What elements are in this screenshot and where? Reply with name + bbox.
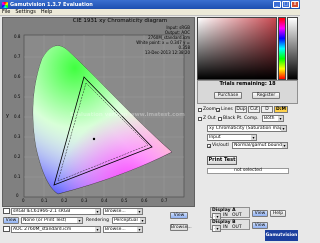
z-out-checkbox[interactable]: Z Out	[198, 116, 216, 121]
white-point-marker	[92, 137, 96, 141]
zoom-label: Zoom	[203, 107, 216, 112]
boundaries-select[interactable]: Normal/gamut boundaries	[232, 142, 288, 149]
input-color-chip	[3, 208, 10, 214]
xtick: 0.4	[101, 198, 108, 203]
chart-info: Input: sRGB Output: AOC 2760M_standard.i…	[132, 25, 190, 55]
xtick: 0	[22, 198, 25, 203]
minimize-button[interactable]: _	[273, 1, 281, 8]
register-button[interactable]: Register	[252, 92, 280, 99]
ytick: 0.7	[14, 54, 21, 59]
view-button-1[interactable]: View	[3, 217, 19, 224]
ytick: 0.4	[14, 114, 21, 119]
z-out-label: Z Out	[203, 116, 216, 121]
ytick: 0	[16, 193, 19, 198]
visgamut-label: Vis/outl	[212, 143, 229, 148]
xtick: 0.3	[81, 198, 88, 203]
display-b-number[interactable]: 1	[212, 225, 221, 232]
hue-slider[interactable]	[278, 17, 286, 80]
checkbox-box	[198, 116, 202, 121]
ytick: 0.8	[14, 34, 21, 39]
menu-settings[interactable]: Settings	[15, 9, 36, 15]
xtick: 0.6	[141, 198, 148, 203]
info-whitepoint: White point: x = 0.347 y = 0.358	[136, 40, 190, 50]
input-select[interactable]: Input	[207, 134, 257, 141]
evaluation-watermark: Evaluation version www.imatest.com	[70, 112, 185, 118]
dm-button[interactable]: D:M	[274, 106, 288, 113]
info-date: 13-Dec-2013 12:38:20	[144, 50, 190, 55]
visgamut-checkbox[interactable]: ✓ Vis/outl	[207, 143, 229, 148]
close-button[interactable]: x	[291, 1, 299, 8]
cut-button[interactable]: Cut	[248, 106, 260, 113]
gray-slider[interactable]	[287, 17, 298, 80]
menu-bar: File Settings Help	[0, 9, 300, 16]
window-title: Gamutvision 1.3.7 Evaluation	[10, 1, 93, 8]
output-color-chip	[3, 226, 10, 232]
black-point-label: Black Pt. Comp.	[223, 116, 259, 121]
display-type-select[interactable]: xy Chromaticity (Saturation map)	[207, 125, 287, 132]
print-test-button[interactable]: Print Test	[207, 156, 237, 165]
rendering-select[interactable]: Perceptual	[112, 217, 146, 224]
checkbox-box: ✓	[216, 107, 221, 113]
display-b-out: OUT	[232, 225, 242, 230]
dup-button[interactable]: Dup	[235, 106, 247, 113]
checkbox-box	[218, 116, 222, 121]
ytick: 0.5	[14, 94, 21, 99]
menu-file[interactable]: File	[2, 9, 10, 15]
output-profile-select[interactable]: AOC 2760M_standard.icm	[11, 226, 101, 233]
rendering-label: Rendering	[86, 218, 109, 223]
menu-help[interactable]: Help	[41, 9, 52, 15]
xtick: 0.5	[121, 198, 128, 203]
y-axis-label: y	[6, 113, 9, 119]
ytick: 0.1	[14, 174, 21, 179]
checkbox-box: ✓	[207, 143, 212, 149]
both-select[interactable]: Both	[262, 115, 284, 122]
ytick: 0.6	[14, 74, 21, 79]
black-point-checkbox[interactable]: Black Pt. Comp.	[218, 116, 259, 121]
ytick: 0.3	[14, 134, 21, 139]
ytick: 0.2	[14, 154, 21, 159]
input-profile-select[interactable]: sRGB IEC61966-2.1 sRGB	[11, 208, 101, 215]
trials-remaining: Trials remaining: 18	[219, 81, 276, 87]
input-browse-select[interactable]: Browse...	[103, 208, 143, 215]
xtick: 0.1	[41, 198, 48, 203]
display-a-view-button[interactable]: View	[252, 210, 268, 217]
xtick: 0.2	[61, 198, 68, 203]
gamutvision-logo: Gamutvision	[265, 230, 298, 241]
d-button[interactable]: D	[261, 106, 273, 113]
view-button-2[interactable]: View	[170, 212, 188, 219]
display-b-view-button[interactable]: View	[252, 222, 268, 229]
app-icon	[2, 1, 8, 8]
display-a-in: IN	[223, 213, 228, 218]
display-a-out: OUT	[232, 213, 242, 218]
browse-button[interactable]: Browse...	[170, 224, 192, 231]
lines-label: Lines	[221, 107, 233, 112]
help-button[interactable]: Help	[270, 210, 286, 217]
print-test-profile-select[interactable]: None (or Print Test)	[21, 217, 83, 224]
window-titlebar: Gamutvision 1.3.7 Evaluation _ □ x	[0, 0, 300, 9]
display-b-in: IN	[223, 225, 228, 230]
chart-title: CIE 1931 xy Chromaticity diagram	[72, 18, 168, 24]
lines-checkbox[interactable]: ✓ Lines	[216, 107, 233, 112]
status-field: not selected	[207, 168, 289, 174]
info-output: Output: AOC 2760M_standard.icm	[148, 30, 190, 40]
output-browse-select[interactable]: Browse...	[103, 226, 143, 233]
checkbox-box	[198, 107, 202, 112]
maximize-button[interactable]: □	[282, 1, 290, 8]
zoom-checkbox[interactable]: Zoom	[198, 107, 216, 112]
xtick: 0.7	[161, 198, 168, 203]
color-picker-field[interactable]	[197, 17, 277, 80]
purchase-button[interactable]: Purchase	[214, 92, 242, 99]
